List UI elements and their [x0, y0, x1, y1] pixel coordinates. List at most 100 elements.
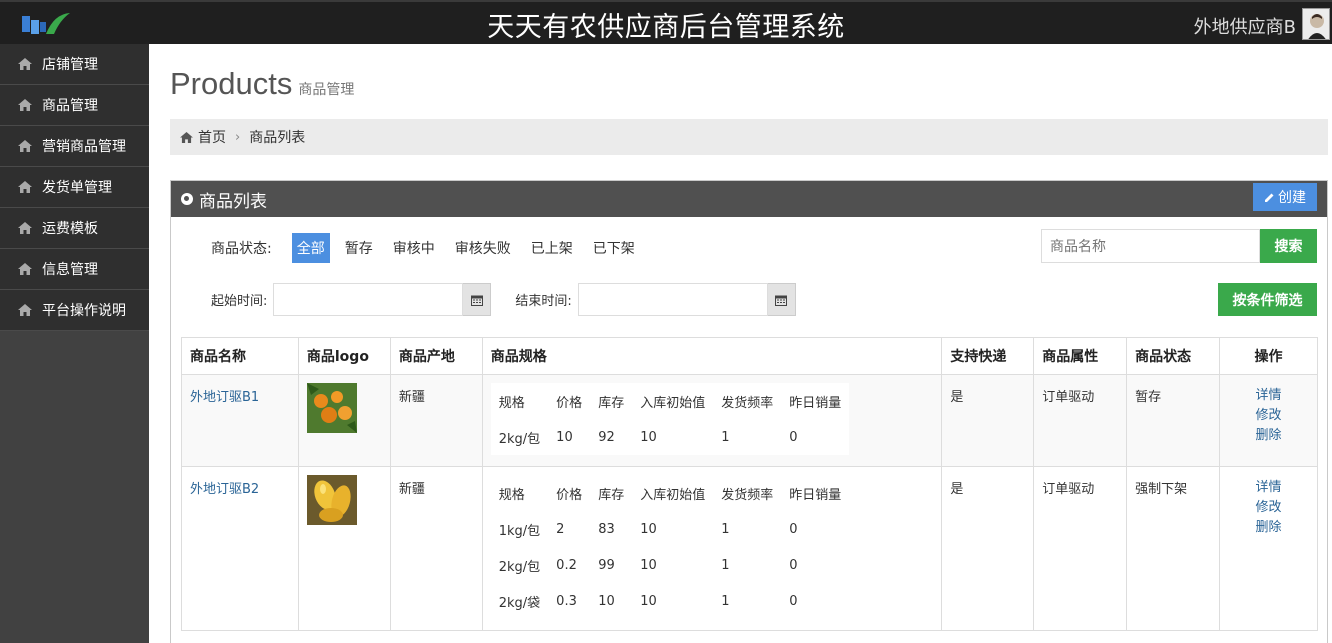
table-row: 外地订驱B1 新疆 规格 价格 库存 入库初始值 发货频率 昨日销量 2kg/包…	[181, 374, 1318, 467]
column-header: 商品产地	[389, 337, 483, 375]
sidebar-item-shipping[interactable]: 发货单管理	[0, 167, 149, 208]
product-logo-image[interactable]	[306, 475, 357, 525]
spec-header: 发货频率	[721, 395, 774, 411]
user-avatar[interactable]	[1302, 8, 1330, 40]
sidebar-item-products[interactable]: 商品管理	[0, 85, 149, 126]
spec-cell: 2kg/袋	[490, 583, 549, 619]
search-button[interactable]: 搜索	[1260, 229, 1317, 263]
spec-header: 规格	[490, 475, 549, 511]
home-icon	[18, 99, 32, 111]
home-icon	[18, 140, 32, 152]
spec-header: 昨日销量	[781, 475, 850, 511]
sidebar-item-freight[interactable]: 运费模板	[0, 208, 149, 249]
spec-cell: 1	[713, 547, 782, 583]
sidebar-item-shop[interactable]: 店铺管理	[0, 44, 149, 85]
spec-header-row: 规格 价格 库存 入库初始值 发货频率 昨日销量	[490, 475, 850, 511]
globe-icon	[181, 193, 193, 205]
product-list-panel: 商品列表 创建 商品状态: 全部 暂存 审核中 审核失败 已上架 已下架 搜索 …	[170, 180, 1328, 643]
top-bar: 天天有农供应商后台管理系统 外地供应商B	[0, 0, 1332, 44]
end-time-label: 结束时间:	[515, 294, 572, 309]
start-time-input[interactable]	[273, 283, 464, 316]
products-table: 商品名称 商品logo 商品产地 商品规格 支持快递 商品属性 商品状态 操作 …	[181, 337, 1318, 631]
status-option-reviewing[interactable]: 审核中	[388, 233, 440, 263]
product-name-link[interactable]: 外地订驱B1	[190, 390, 259, 405]
page-subtitle: 商品管理	[298, 81, 355, 97]
end-time-input[interactable]	[577, 283, 768, 316]
product-attribute: 订单驱动	[1042, 482, 1095, 497]
supports-express: 是	[950, 390, 964, 405]
column-header: 商品状态	[1126, 337, 1221, 375]
page-title-text: Products	[170, 66, 293, 101]
app-title: 天天有农供应商后台管理系统	[487, 12, 845, 43]
breadcrumb: 首页 › 商品列表	[170, 119, 1328, 155]
breadcrumb-home[interactable]: 首页	[198, 127, 226, 147]
status-option-all[interactable]: 全部	[291, 233, 330, 263]
spec-header: 库存	[590, 475, 633, 511]
sidebar: 店铺管理 商品管理 营销商品管理 发货单管理 运费模板 信息管理 平台操作说明	[0, 44, 149, 643]
pencil-icon	[1265, 193, 1274, 202]
product-status: 暂存	[1135, 390, 1162, 405]
calendar-icon[interactable]	[463, 283, 492, 316]
spec-cell: 10	[556, 429, 573, 445]
spec-table: 规格 价格 库存 入库初始值 发货频率 昨日销量 2kg/包 10 92 10 …	[490, 383, 850, 455]
status-option-delisted[interactable]: 已下架	[588, 233, 640, 263]
edit-link[interactable]: 修改	[1228, 498, 1309, 518]
create-button[interactable]: 创建	[1253, 183, 1317, 211]
product-logo-image[interactable]	[306, 383, 357, 433]
column-header: 商品规格	[481, 337, 943, 375]
spec-row: 2kg/包 0.2 99 10 1 0	[490, 547, 850, 583]
home-icon	[18, 263, 32, 275]
column-header: 商品logo	[297, 337, 391, 375]
detail-link[interactable]: 详情	[1228, 386, 1309, 406]
sidebar-item-info[interactable]: 信息管理	[0, 249, 149, 290]
search-input[interactable]	[1041, 229, 1260, 263]
spec-row: 2kg/包 10 92 10 1 0	[491, 419, 850, 455]
status-option-draft[interactable]: 暂存	[340, 233, 378, 263]
spec-cell: 1	[713, 511, 782, 547]
spec-header: 规格	[498, 395, 525, 411]
spec-cell: 0	[781, 511, 850, 547]
column-header: 商品属性	[1033, 337, 1128, 375]
calendar-icon[interactable]	[767, 283, 796, 316]
status-label: 商品状态:	[211, 241, 272, 257]
status-option-rejected[interactable]: 审核失败	[450, 233, 516, 263]
spec-header: 价格	[556, 395, 583, 411]
spec-row: 1kg/包 2 83 10 1 0	[490, 511, 850, 547]
edit-link[interactable]: 修改	[1228, 406, 1309, 426]
delete-link[interactable]: 删除	[1228, 518, 1309, 538]
sidebar-item-help[interactable]: 平台操作说明	[0, 290, 149, 331]
start-time-label: 起始时间:	[211, 294, 268, 309]
product-status: 强制下架	[1135, 482, 1188, 497]
sidebar-item-label: 店铺管理	[42, 57, 98, 73]
home-icon	[18, 304, 32, 316]
spec-header: 昨日销量	[789, 395, 842, 411]
filter-button[interactable]: 按条件筛选	[1218, 283, 1317, 316]
spec-cell: 10	[632, 511, 714, 547]
sidebar-menu: 店铺管理 商品管理 营销商品管理 发货单管理 运费模板 信息管理 平台操作说明	[0, 44, 149, 331]
spec-cell: 10	[632, 547, 714, 583]
product-name-link[interactable]: 外地订驱B2	[190, 482, 259, 497]
column-header: 商品名称	[181, 337, 299, 375]
detail-link[interactable]: 详情	[1228, 478, 1309, 498]
table-row: 外地订驱B2 新疆 规格 价格 库存 入库初始值 发货频率 昨日销量 1kg/包…	[181, 466, 1318, 631]
home-icon	[18, 58, 32, 70]
sidebar-item-label: 运费模板	[42, 221, 98, 237]
page-title: Products 商品管理	[170, 66, 354, 102]
spec-row: 2kg/袋 0.3 10 10 1 0	[490, 583, 850, 619]
user-name[interactable]: 外地供应商B	[1194, 13, 1296, 39]
date-filter: 起始时间: 结束时间:	[211, 283, 820, 316]
breadcrumb-current: 商品列表	[249, 130, 306, 146]
home-icon	[180, 131, 193, 143]
table-header-row: 商品名称 商品logo 商品产地 商品规格 支持快递 商品属性 商品状态 操作	[181, 337, 1318, 375]
spec-table: 规格 价格 库存 入库初始值 发货频率 昨日销量 1kg/包 2 83 10 1…	[490, 475, 850, 619]
spec-cell: 1kg/包	[490, 511, 549, 547]
sidebar-item-label: 发货单管理	[42, 180, 112, 196]
chevron-right-icon: ›	[235, 129, 241, 145]
delete-link[interactable]: 删除	[1228, 426, 1309, 446]
sidebar-item-marketing[interactable]: 营销商品管理	[0, 126, 149, 167]
status-option-listed[interactable]: 已上架	[526, 233, 578, 263]
spec-header: 入库初始值	[640, 395, 706, 411]
main-content: Products 商品管理 首页 › 商品列表 商品列表 创建 商品状态: 全部 …	[149, 44, 1332, 643]
sidebar-item-label: 平台操作说明	[42, 303, 126, 319]
spec-cell: 1	[721, 429, 730, 445]
